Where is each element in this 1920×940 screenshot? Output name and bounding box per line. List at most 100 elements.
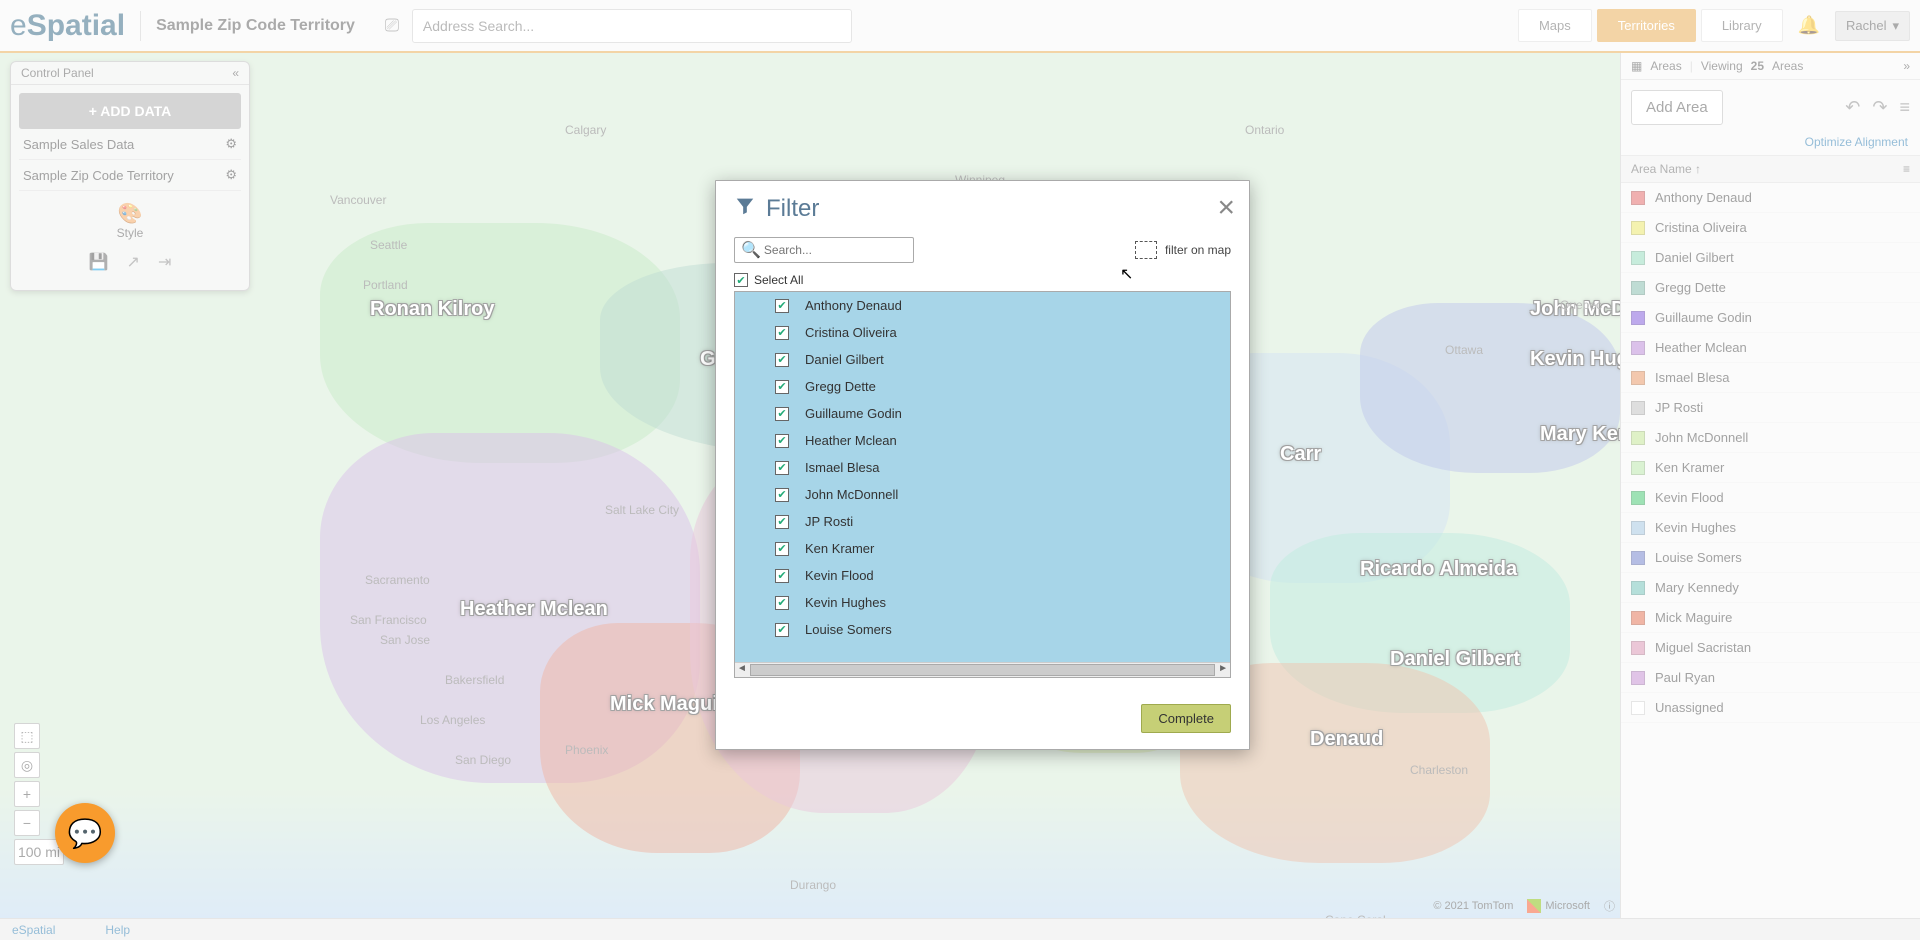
- filter-on-map-button[interactable]: filter on map: [1135, 241, 1231, 259]
- area-row[interactable]: Anthony Denaud: [1621, 183, 1920, 213]
- area-row[interactable]: Mick Maguire: [1621, 603, 1920, 633]
- filter-item[interactable]: Kevin Hughes: [735, 589, 1230, 616]
- area-row[interactable]: Ken Kramer: [1621, 453, 1920, 483]
- area-row[interactable]: Gregg Dette: [1621, 273, 1920, 303]
- optimize-alignment-link[interactable]: Optimize Alignment: [1621, 135, 1920, 155]
- filter-item[interactable]: Cristina Oliveira: [735, 319, 1230, 346]
- layer-row[interactable]: Sample Zip Code Territory⚙: [19, 160, 241, 191]
- checkbox-icon[interactable]: [775, 434, 789, 448]
- tab-maps[interactable]: Maps: [1518, 9, 1592, 42]
- city-label: Quebec: [1560, 298, 1602, 312]
- layer-row[interactable]: Sample Sales Data⚙: [19, 129, 241, 160]
- city-label: San Francisco: [350, 613, 427, 627]
- checkbox-icon[interactable]: [775, 569, 789, 583]
- redo-icon[interactable]: ↷: [1872, 97, 1887, 118]
- address-search-input[interactable]: [412, 9, 852, 43]
- zoom-in-button[interactable]: +: [14, 781, 40, 807]
- column-menu-icon[interactable]: ≡: [1903, 162, 1910, 176]
- user-menu[interactable]: Rachel▾: [1835, 11, 1910, 41]
- filter-item[interactable]: Kevin Flood: [735, 562, 1230, 589]
- area-row[interactable]: John McDonnell: [1621, 423, 1920, 453]
- address-pin-icon[interactable]: ⎚: [380, 14, 404, 38]
- checkbox-icon[interactable]: [775, 596, 789, 610]
- undo-icon[interactable]: ↶: [1845, 97, 1860, 118]
- collapse-icon[interactable]: «: [232, 66, 239, 80]
- tab-territories[interactable]: Territories: [1597, 9, 1696, 42]
- area-row[interactable]: Kevin Flood: [1621, 483, 1920, 513]
- area-row[interactable]: Guillaume Godin: [1621, 303, 1920, 333]
- city-label: Calgary: [565, 123, 606, 137]
- info-icon[interactable]: ⓘ: [1604, 898, 1615, 914]
- chat-button[interactable]: 💬: [55, 803, 115, 863]
- area-list[interactable]: Anthony Denaud Cristina OliveiraDaniel Gi…: [1621, 183, 1920, 918]
- area-row[interactable]: Daniel Gilbert: [1621, 243, 1920, 273]
- checkbox-icon[interactable]: [775, 407, 789, 421]
- filter-list[interactable]: Anthony DenaudCristina OliveiraDaniel Gi…: [735, 292, 1230, 662]
- checkbox-icon[interactable]: [775, 299, 789, 313]
- filter-search-wrap: 🔍: [734, 237, 914, 263]
- zoom-out-button[interactable]: −: [14, 810, 40, 836]
- close-icon[interactable]: ×: [1217, 191, 1235, 225]
- select-all-toggle[interactable]: Select All: [734, 273, 1231, 287]
- notifications-icon[interactable]: 🔔: [1783, 15, 1835, 36]
- add-area-button[interactable]: Add Area: [1631, 90, 1723, 125]
- horizontal-scrollbar[interactable]: [735, 662, 1230, 677]
- area-row[interactable]: Kevin Hughes: [1621, 513, 1920, 543]
- filter-search-input[interactable]: [761, 240, 907, 260]
- area-row[interactable]: Ismael Blesa: [1621, 363, 1920, 393]
- gear-icon[interactable]: ⚙: [225, 136, 237, 152]
- filter-item[interactable]: Daniel Gilbert: [735, 346, 1230, 373]
- selection-tool-icon[interactable]: ⬚: [14, 723, 40, 749]
- filter-item[interactable]: JP Rosti: [735, 508, 1230, 535]
- share-icon[interactable]: ↗: [127, 252, 140, 272]
- checkbox-icon[interactable]: [775, 623, 789, 637]
- area-row[interactable]: Miguel Sacristan: [1621, 633, 1920, 663]
- filter-item[interactable]: Guillaume Godin: [735, 400, 1230, 427]
- checkbox-icon[interactable]: [775, 353, 789, 367]
- area-name-label: Ken Kramer: [1655, 460, 1724, 475]
- checkbox-icon[interactable]: [775, 542, 789, 556]
- filter-item[interactable]: Ismael Blesa: [735, 454, 1230, 481]
- save-icon[interactable]: 💾: [89, 252, 109, 272]
- style-icon[interactable]: 🎨: [19, 201, 241, 226]
- locate-icon[interactable]: ◎: [14, 752, 40, 778]
- complete-button[interactable]: Complete: [1141, 704, 1231, 733]
- expand-icon[interactable]: »: [1903, 59, 1910, 73]
- footer-help-link[interactable]: Help: [105, 923, 130, 937]
- filter-item-label: Kevin Hughes: [805, 595, 886, 610]
- sort-asc-icon[interactable]: ↑: [1695, 162, 1701, 176]
- tab-library[interactable]: Library: [1701, 9, 1783, 42]
- area-row[interactable]: Cristina Oliveira: [1621, 213, 1920, 243]
- filter-item[interactable]: Gregg Dette: [735, 373, 1230, 400]
- filter-item[interactable]: Louise Somers: [735, 616, 1230, 643]
- footer-brand-link[interactable]: eSpatial: [12, 923, 55, 937]
- territory-shape[interactable]: [1360, 303, 1620, 473]
- area-row[interactable]: Louise Somers: [1621, 543, 1920, 573]
- checkbox-icon[interactable]: [775, 515, 789, 529]
- filter-item[interactable]: Heather Mclean: [735, 427, 1230, 454]
- area-row[interactable]: Mary Kennedy: [1621, 573, 1920, 603]
- area-row[interactable]: Heather Mclean: [1621, 333, 1920, 363]
- filter-item[interactable]: John McDonnell: [735, 481, 1230, 508]
- color-swatch: [1631, 431, 1645, 445]
- area-row-unassigned[interactable]: Unassigned: [1621, 693, 1920, 723]
- checkbox-icon[interactable]: [775, 488, 789, 502]
- export-icon[interactable]: ⇥: [158, 252, 171, 272]
- filter-item[interactable]: Anthony Denaud: [735, 292, 1230, 319]
- gear-icon[interactable]: ⚙: [225, 167, 237, 183]
- menu-icon[interactable]: ≡: [1899, 97, 1910, 118]
- checkbox-icon[interactable]: [734, 273, 748, 287]
- area-name-header[interactable]: Area Name: [1631, 162, 1692, 176]
- checkbox-icon[interactable]: [775, 326, 789, 340]
- area-name-label: Anthony Denaud: [1655, 190, 1752, 205]
- territory-label: Ronan Kilroy: [370, 298, 494, 321]
- checkbox-icon[interactable]: [775, 461, 789, 475]
- filter-item[interactable]: Ken Kramer: [735, 535, 1230, 562]
- control-panel: Control Panel « + ADD DATA Sample Sales …: [10, 61, 250, 291]
- checkbox-icon[interactable]: [775, 380, 789, 394]
- topbar: eSpatial Sample Zip Code Territory ⎚ Map…: [0, 0, 1920, 53]
- area-row[interactable]: JP Rosti: [1621, 393, 1920, 423]
- add-data-button[interactable]: + ADD DATA: [19, 93, 241, 129]
- area-row[interactable]: Paul Ryan: [1621, 663, 1920, 693]
- map-title: Sample Zip Code Territory: [156, 17, 355, 35]
